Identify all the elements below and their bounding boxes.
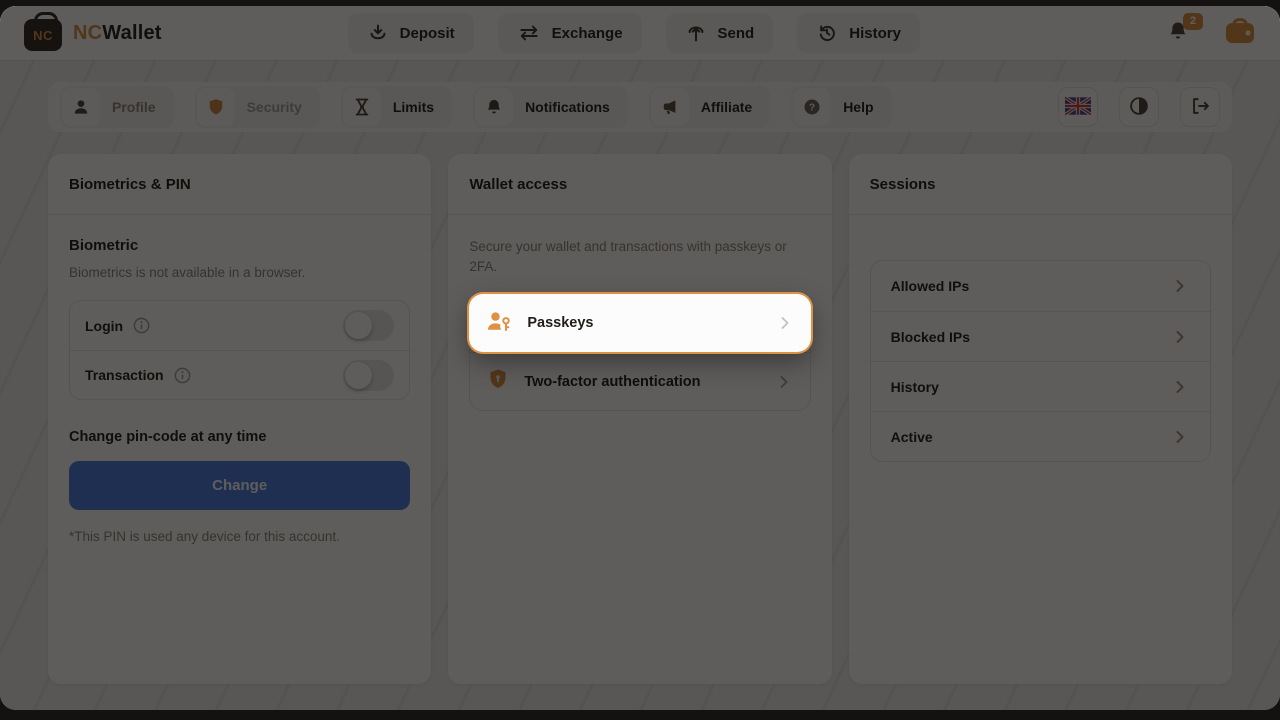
chevron-right-icon [775,313,795,333]
passkeys-item[interactable]: Passkeys [469,294,810,352]
passkeys-person-key-icon [485,309,513,338]
passkeys-label: Passkeys [527,315,593,331]
tour-dim-overlay[interactable] [0,6,1280,710]
nc-wallet-app: NC NCWallet Deposit Exchange [0,6,1280,710]
